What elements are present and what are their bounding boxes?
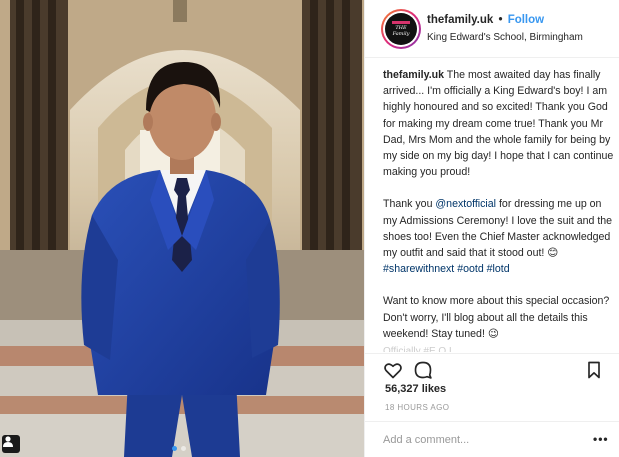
bookmark-icon[interactable] bbox=[584, 360, 604, 380]
caption-paragraph-2: Thank you @nextofficial for dressing me … bbox=[383, 196, 615, 277]
heart-icon[interactable] bbox=[383, 360, 403, 380]
caption-text-3: Want to know more about this special occ… bbox=[383, 295, 610, 340]
username-row: thefamily.uk • Follow bbox=[427, 14, 544, 26]
hashtag-links[interactable]: #sharewithnext #ootd #lotd bbox=[383, 263, 510, 275]
comment-bar: ••• bbox=[365, 421, 619, 457]
mention-link[interactable]: @nextofficial bbox=[435, 198, 496, 210]
post-timestamp: 18 HOURS AGO bbox=[385, 403, 450, 412]
speech-bubble-icon[interactable] bbox=[413, 360, 433, 380]
post-side-panel: THE Family thefamily.uk • Follow King Ed… bbox=[364, 0, 619, 457]
action-bar bbox=[365, 353, 619, 381]
caption-username[interactable]: thefamily.uk bbox=[383, 69, 444, 81]
avatar-text-bottom: Family bbox=[392, 31, 410, 37]
follow-button[interactable]: Follow bbox=[508, 14, 544, 26]
avatar[interactable]: THE Family bbox=[381, 9, 421, 49]
carousel-indicator bbox=[172, 446, 186, 451]
username-link[interactable]: thefamily.uk bbox=[427, 14, 493, 26]
carousel-dot-active bbox=[172, 446, 177, 451]
separator-dot: • bbox=[498, 14, 503, 26]
caption-text-2a: Thank you bbox=[383, 198, 436, 211]
location-link[interactable]: King Edward's School, Birmingham bbox=[427, 32, 583, 43]
caption-paragraph-3: Want to know more about this special occ… bbox=[383, 293, 615, 342]
caption-paragraph-1: thefamily.uk The most awaited day has fi… bbox=[383, 67, 615, 180]
photo-illustration bbox=[0, 0, 364, 457]
likes-count[interactable]: 56,327 likes bbox=[385, 383, 446, 395]
caption: thefamily.uk The most awaited day has fi… bbox=[383, 67, 615, 345]
more-options-button[interactable]: ••• bbox=[593, 432, 609, 446]
caption-text-1: The most awaited day has finally arrived… bbox=[383, 69, 614, 179]
user-tag-icon[interactable] bbox=[2, 435, 20, 453]
comment-input[interactable] bbox=[383, 431, 573, 449]
post-header: THE Family thefamily.uk • Follow King Ed… bbox=[365, 0, 619, 58]
carousel-dot bbox=[181, 446, 186, 451]
avatar-logo: THE Family bbox=[385, 13, 417, 45]
post-photo[interactable] bbox=[0, 0, 364, 457]
caption-cutoff-line: Officially #E O L... bbox=[383, 346, 463, 352]
